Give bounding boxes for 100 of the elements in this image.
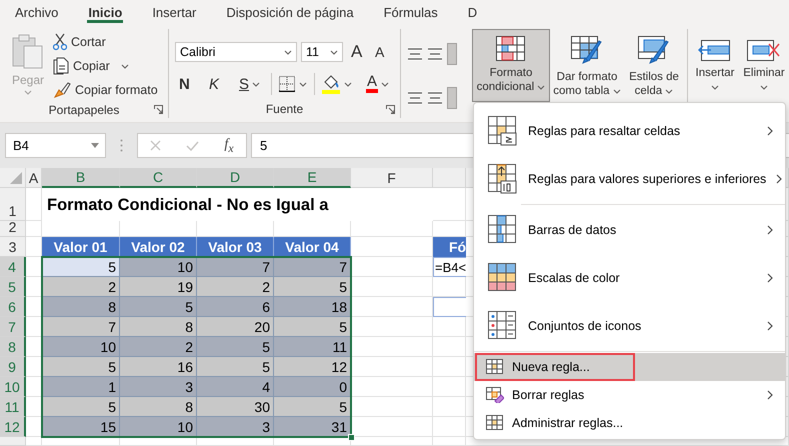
name-box[interactable]: B4: [5, 133, 106, 158]
format-painter-button[interactable]: Copiar formato: [52, 79, 159, 101]
copy-button[interactable]: Copiar: [52, 55, 159, 77]
select-all-icon[interactable]: [10, 172, 22, 184]
table-cell[interactable]: 7: [42, 317, 120, 337]
align-center-icon[interactable]: [427, 92, 443, 104]
table-cell[interactable]: 10: [120, 257, 197, 277]
menu-item[interactable]: Conjuntos de iconos: [474, 302, 785, 350]
table-cell[interactable]: 3: [197, 417, 274, 437]
row-header[interactable]: 9: [0, 357, 26, 377]
column-header[interactable]: C: [120, 168, 197, 188]
ribbon-tab[interactable]: Archivo: [0, 0, 74, 24]
table-cell[interactable]: 0: [274, 377, 351, 397]
ribbon-button[interactable]: Insertar: [691, 29, 739, 102]
table-cell[interactable]: 20: [197, 317, 274, 337]
table-cell[interactable]: 1: [42, 377, 120, 397]
row-header[interactable]: 10: [0, 377, 26, 397]
table-cell[interactable]: 10: [42, 337, 120, 357]
menu-item[interactable]: Nueva regla...: [474, 353, 785, 381]
table-cell[interactable]: 15: [42, 417, 120, 437]
table-cell[interactable]: 10: [120, 417, 197, 437]
shrink-font-button[interactable]: A: [371, 41, 391, 63]
ribbon-button[interactable]: Formato condicional: [472, 29, 550, 102]
table-cell[interactable]: 5: [120, 297, 197, 317]
bold-button[interactable]: N: [175, 73, 195, 95]
row-header[interactable]: 5: [0, 277, 26, 297]
ribbon-button[interactable]: Estilos de celda: [624, 29, 684, 102]
table-cell[interactable]: 18: [274, 297, 351, 317]
table-cell[interactable]: 2: [120, 337, 197, 357]
column-header[interactable]: D: [197, 168, 274, 188]
row-header[interactable]: 11: [0, 397, 26, 417]
row-header[interactable]: 8: [0, 337, 26, 357]
table-cell[interactable]: 5: [274, 277, 351, 297]
row-header[interactable]: 1: [0, 188, 26, 221]
table-cell[interactable]: 30: [197, 397, 274, 417]
fill-color-icon[interactable]: [322, 74, 340, 94]
borders-icon[interactable]: [279, 76, 296, 92]
align-top-icon[interactable]: [407, 48, 423, 60]
menu-item[interactable]: Barras de datos: [474, 206, 785, 254]
grow-font-button[interactable]: A: [347, 41, 367, 63]
table-cell[interactable]: 7: [274, 257, 351, 277]
cancel-icon[interactable]: [150, 140, 162, 151]
menu-item[interactable]: Escalas de color: [474, 254, 785, 302]
formula-cell[interactable]: =B4<: [433, 257, 466, 277]
empty-cell[interactable]: [433, 297, 466, 317]
table-cell[interactable]: 11: [274, 337, 351, 357]
cut-button[interactable]: Cortar: [52, 31, 159, 53]
align-left-icon[interactable]: [407, 92, 423, 104]
ribbon-button[interactable]: Eliminar: [741, 29, 787, 102]
drag-handle-icon[interactable]: [120, 139, 123, 152]
dialog-launcher-icon[interactable]: [386, 104, 395, 114]
column-header[interactable]: [433, 168, 466, 188]
menu-item[interactable]: Reglas para valores superiores e inferiores: [474, 155, 785, 203]
ribbon-button[interactable]: Dar formato como tabla: [552, 29, 622, 102]
insert-function-button[interactable]: f$_{x}$: [224, 136, 234, 154]
italic-button[interactable]: K: [205, 73, 225, 95]
column-header[interactable]: B: [42, 168, 120, 188]
table-cell[interactable]: 2: [42, 277, 120, 297]
ribbon-tab[interactable]: Insertar: [137, 0, 212, 24]
column-header[interactable]: A: [26, 168, 42, 188]
align-middle-icon[interactable]: [427, 48, 443, 60]
table-cell[interactable]: 19: [120, 277, 197, 297]
dialog-launcher-icon[interactable]: [154, 105, 163, 114]
table-cell[interactable]: 5: [274, 397, 351, 417]
table-cell[interactable]: 5: [42, 397, 120, 417]
ribbon-tab[interactable]: Fórmulas: [368, 0, 453, 24]
underline-button[interactable]: S: [235, 73, 264, 95]
font-name-box[interactable]: Calibri: [175, 42, 297, 62]
table-cell[interactable]: 8: [42, 297, 120, 317]
menu-item[interactable]: Reglas para resaltar celdas: [474, 107, 785, 155]
ribbon-tab[interactable]: Inicio: [73, 0, 138, 24]
ribbon-tab[interactable]: D: [452, 0, 492, 24]
check-icon[interactable]: [186, 140, 200, 150]
ribbon-tab[interactable]: Disposición de página: [211, 0, 369, 24]
row-header[interactable]: 3: [0, 237, 26, 257]
table-cell[interactable]: 5: [42, 257, 120, 277]
fill-handle[interactable]: [348, 434, 355, 441]
table-cell[interactable]: 5: [42, 357, 120, 377]
row-header[interactable]: 7: [0, 317, 26, 337]
menu-item[interactable]: Borrar reglas: [474, 381, 785, 409]
table-cell[interactable]: 3: [120, 377, 197, 397]
row-header[interactable]: 12: [0, 417, 26, 437]
table-cell[interactable]: 8: [120, 317, 197, 337]
menu-item[interactable]: Administrar reglas...: [474, 409, 785, 437]
column-header[interactable]: E: [274, 168, 351, 188]
table-cell[interactable]: 12: [274, 357, 351, 377]
table-cell[interactable]: 8: [120, 397, 197, 417]
table-cell[interactable]: 2: [197, 277, 274, 297]
column-header[interactable]: F: [351, 168, 433, 188]
table-cell[interactable]: 5: [274, 317, 351, 337]
font-color-button[interactable]: A: [362, 73, 394, 95]
table-cell[interactable]: 6: [197, 297, 274, 317]
table-cell[interactable]: 4: [197, 377, 274, 397]
row-header[interactable]: 4: [0, 257, 26, 277]
row-header[interactable]: 2: [0, 221, 26, 237]
table-cell[interactable]: 5: [197, 337, 274, 357]
table-cell[interactable]: 5: [197, 357, 274, 377]
table-cell[interactable]: 16: [120, 357, 197, 377]
table-cell[interactable]: 31: [274, 417, 351, 437]
font-size-box[interactable]: 11: [301, 42, 343, 62]
